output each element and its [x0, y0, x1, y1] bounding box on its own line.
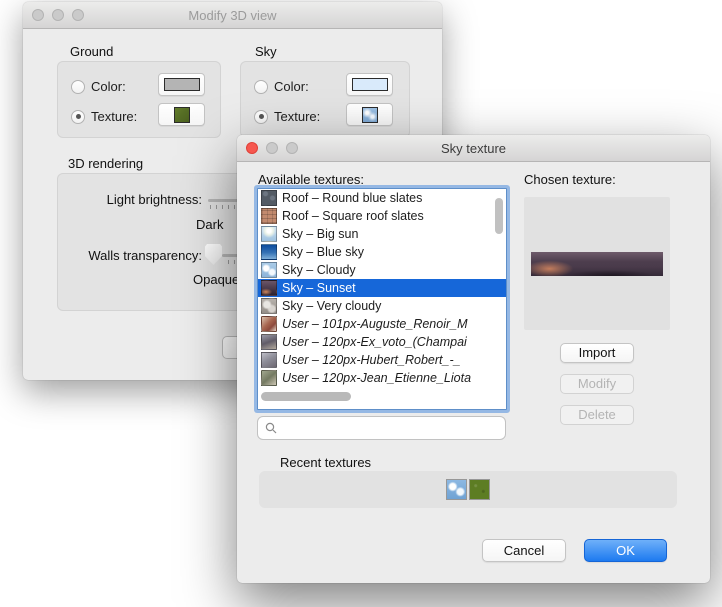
user-painting-4-icon	[261, 370, 277, 386]
texture-row[interactable]: Sky – Sunset	[258, 279, 506, 297]
grass-green-thumb[interactable]	[469, 479, 490, 500]
texture-list[interactable]: Roof – Round blue slates Roof – Square ro…	[257, 188, 507, 410]
window-controls	[23, 9, 84, 21]
texture-row[interactable]: Sky – Big sun	[258, 225, 506, 243]
ground-texture-radio[interactable]	[71, 110, 85, 124]
ground-color-swatch	[164, 78, 200, 91]
delete-button[interactable]: Delete	[560, 405, 634, 425]
search-input[interactable]	[282, 417, 505, 439]
minimize-button-inactive[interactable]	[52, 9, 64, 21]
window-controls	[237, 142, 298, 154]
ground-texture-swatch-button[interactable]	[158, 103, 205, 126]
texture-row[interactable]: User – 101px-Auguste_Renoir_M	[258, 315, 506, 333]
texture-row-label: Sky – Cloudy	[282, 263, 356, 277]
sky-color-radio[interactable]	[254, 80, 268, 94]
import-button[interactable]: Import	[560, 343, 634, 363]
ground-texture-label: Texture:	[91, 109, 137, 124]
walls-transparency-slider-thumb[interactable]	[205, 244, 222, 265]
sky-texture-titlebar[interactable]: Sky texture	[237, 135, 710, 162]
sky-section-heading: Sky	[255, 44, 277, 59]
minimize-button[interactable]	[266, 142, 278, 154]
close-button[interactable]	[246, 142, 258, 154]
rendering-section-heading: 3D rendering	[68, 156, 143, 171]
texture-row[interactable]: Sky – Cloudy	[258, 261, 506, 279]
sky-texture-label: Texture:	[274, 109, 320, 124]
roof-square-roof-slates-icon	[261, 208, 277, 224]
sky-color-swatch-button[interactable]	[346, 73, 393, 96]
texture-row-label: Roof – Round blue slates	[282, 191, 422, 205]
texture-row[interactable]: Roof – Round blue slates	[258, 189, 506, 207]
available-textures-label: Available textures:	[258, 172, 364, 187]
texture-row-label: User – 101px-Auguste_Renoir_M	[282, 317, 468, 331]
ok-button[interactable]: OK	[584, 539, 667, 562]
texture-row[interactable]: Sky – Blue sky	[258, 243, 506, 261]
walls-transparency-label: Walls transparency:	[58, 248, 202, 263]
ground-groupbox: Color: Texture:	[57, 61, 221, 138]
ground-color-radio[interactable]	[71, 80, 85, 94]
modify-3d-view-titlebar[interactable]: Modify 3D view	[23, 2, 442, 29]
roof-round-blue-slates-icon	[261, 190, 277, 206]
dialog-title: Sky texture	[237, 141, 710, 156]
sky-cloudy-thumb[interactable]	[446, 479, 467, 500]
texture-row-label: User – 120px-Jean_Etienne_Liota	[282, 371, 471, 385]
texture-row[interactable]: Sky – Very cloudy	[258, 297, 506, 315]
user-painting-1-icon	[261, 316, 277, 332]
cancel-button[interactable]: Cancel	[482, 539, 566, 562]
user-painting-3-icon	[261, 352, 277, 368]
search-field[interactable]	[257, 416, 506, 440]
recent-textures-strip	[259, 471, 677, 508]
texture-row[interactable]: User – 120px-Jean_Etienne_Liota	[258, 369, 506, 387]
ground-section-heading: Ground	[70, 44, 113, 59]
texture-row-label: Sky – Sunset	[282, 281, 356, 295]
recent-textures-label: Recent textures	[280, 455, 371, 470]
chosen-texture-label: Chosen texture:	[524, 172, 616, 187]
texture-row[interactable]: User – 120px-Ex_voto_(Champai	[258, 333, 506, 351]
texture-row-label: User – 120px-Hubert_Robert_-_	[282, 353, 461, 367]
sky-sunset-icon	[261, 280, 277, 296]
sky-texture-dialog: Sky texture Available textures: Roof – R…	[237, 135, 710, 583]
light-brightness-label: Light brightness:	[58, 192, 202, 207]
texture-row[interactable]: Roof – Square roof slates	[258, 207, 506, 225]
sky-very-cloudy-icon	[261, 298, 277, 314]
ground-color-label: Color:	[91, 79, 126, 94]
zoom-button-inactive[interactable]	[72, 9, 84, 21]
modify-button[interactable]: Modify	[560, 374, 634, 394]
sky-texture-swatch	[362, 107, 378, 123]
ground-color-swatch-button[interactable]	[158, 73, 205, 96]
texture-row-label: Sky – Blue sky	[282, 245, 364, 259]
vertical-scrollbar-thumb[interactable]	[495, 198, 503, 234]
sunset-texture-image	[531, 252, 663, 276]
sky-texture-radio[interactable]	[254, 110, 268, 124]
texture-row-label: User – 120px-Ex_voto_(Champai	[282, 335, 467, 349]
window-title: Modify 3D view	[23, 8, 442, 23]
horizontal-scrollbar-thumb[interactable]	[261, 392, 351, 401]
sky-color-swatch	[352, 78, 388, 91]
zoom-button[interactable]	[286, 142, 298, 154]
texture-row-label: Sky – Very cloudy	[282, 299, 381, 313]
sky-color-label: Color:	[274, 79, 309, 94]
search-icon	[265, 422, 277, 434]
sky-cloudy-icon	[261, 262, 277, 278]
texture-row[interactable]: User – 120px-Hubert_Robert_-_	[258, 351, 506, 369]
texture-row-label: Sky – Big sun	[282, 227, 358, 241]
user-painting-2-icon	[261, 334, 277, 350]
chosen-texture-preview	[524, 197, 670, 330]
texture-row-label: Roof – Square roof slates	[282, 209, 424, 223]
sky-blue-sky-icon	[261, 244, 277, 260]
sky-groupbox: Color: Texture:	[240, 61, 410, 138]
ground-texture-swatch	[174, 107, 190, 123]
close-button-inactive[interactable]	[32, 9, 44, 21]
sky-big-sun-icon	[261, 226, 277, 242]
walls-transparency-end-label: Opaque	[193, 272, 239, 287]
sky-texture-swatch-button[interactable]	[346, 103, 393, 126]
light-brightness-end-label: Dark	[196, 217, 223, 232]
